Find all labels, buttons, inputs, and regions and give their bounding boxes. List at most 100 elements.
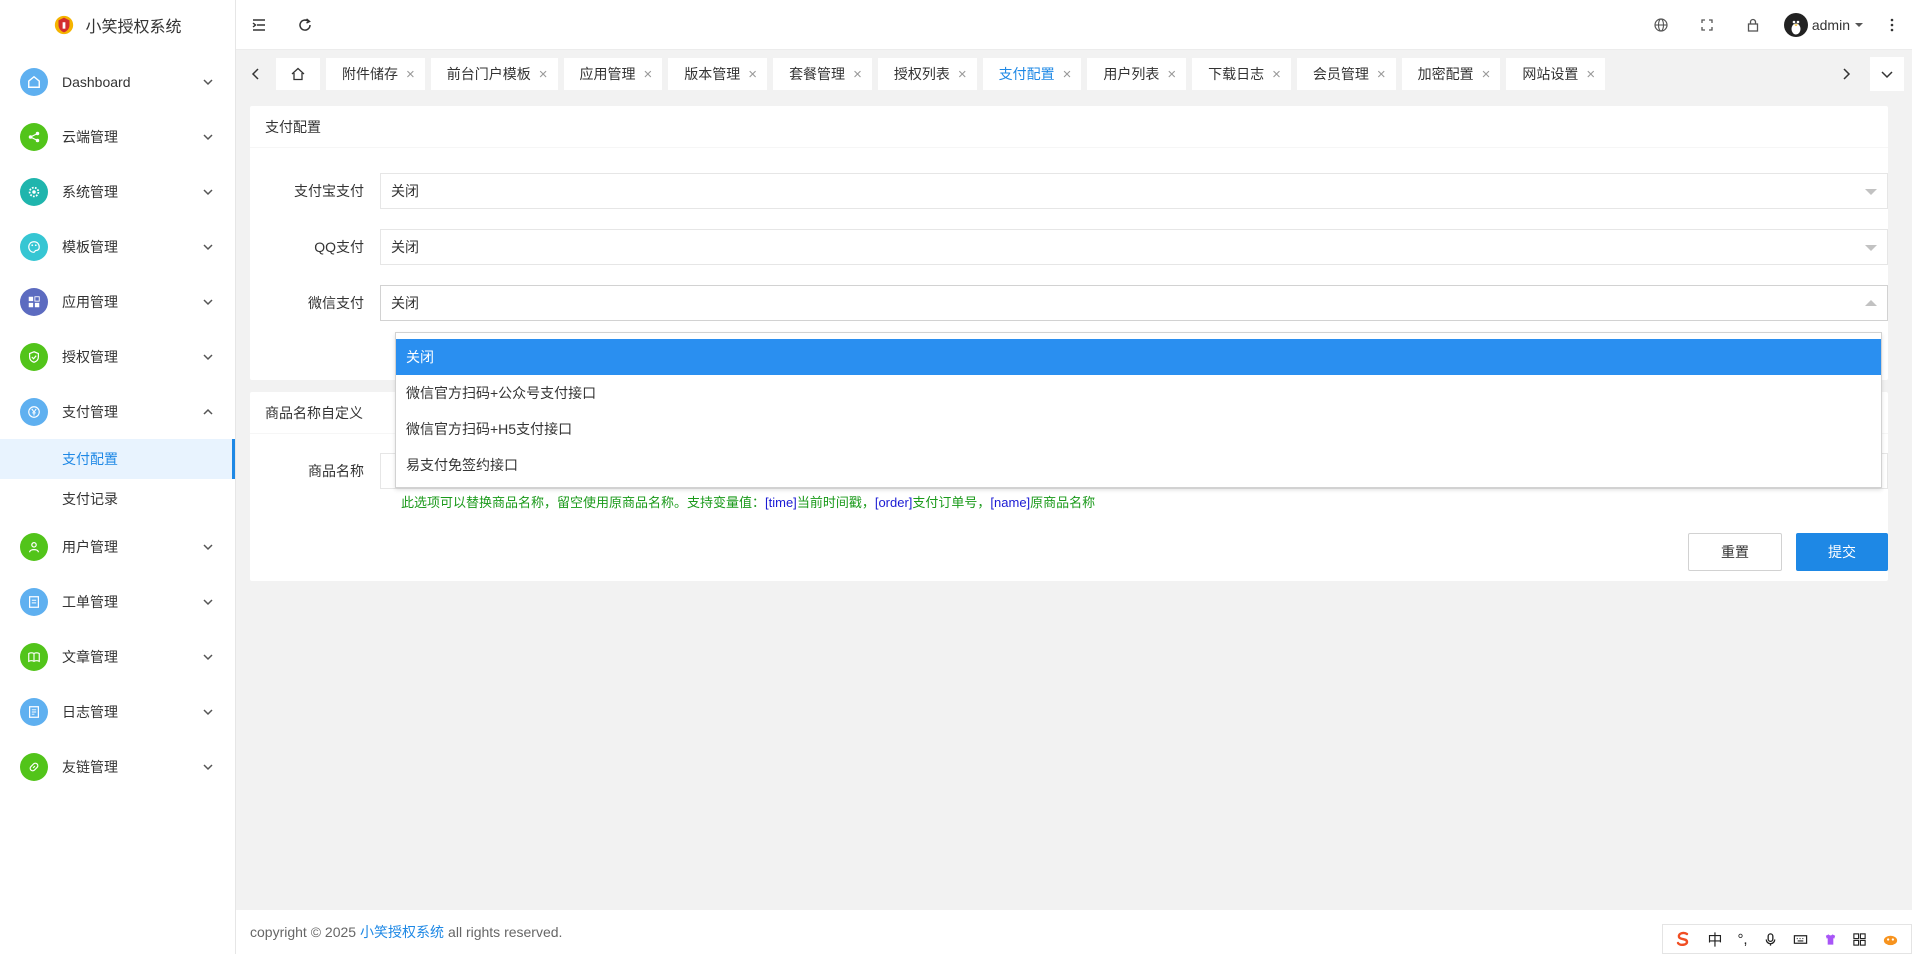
product-name-help: 此选项可以替换商品名称，留空使用原商品名称。支持变量值：[time]当前时间戳，… [401,495,1096,510]
grid-menu-icon[interactable] [1852,932,1867,947]
copyright-text: copyright © 2025 [250,924,357,940]
wechat-pay-row: 微信支付 关闭 [250,284,1888,322]
sidebar-item-payment-records[interactable]: 支付记录 [0,479,235,519]
gear-icon [20,177,48,206]
footer-link[interactable]: 小笑授权系统 [360,922,444,942]
close-icon[interactable]: × [406,67,415,82]
tab-site-settings[interactable]: 网站设置 × [1506,58,1606,90]
tab-app-management[interactable]: 应用管理 × [563,58,663,90]
sidebar-item-apps[interactable]: 应用管理 [0,274,235,329]
tab-payment-config[interactable]: 支付配置 × [982,58,1082,90]
mascot-icon[interactable] [1882,931,1899,948]
close-icon[interactable]: × [1167,67,1176,82]
tab-user-list[interactable]: 用户列表 × [1087,58,1187,90]
tabs-scroll-left-button[interactable] [236,51,276,97]
alipay-select[interactable]: 关闭 [380,173,1888,209]
more-menu-button[interactable] [1872,0,1912,50]
submit-button[interactable]: 提交 [1796,533,1888,571]
wechat-pay-dropdown: 关闭 微信官方扫码+公众号支付接口 微信官方扫码+H5支付接口 易支付免签约接口 [395,332,1882,488]
lock-screen-button[interactable] [1730,0,1776,50]
chevron-down-icon [203,298,213,305]
refresh-icon [299,17,311,31]
apps-icon [20,287,48,316]
app-logo[interactable]: 小笑授权系统 [0,0,235,50]
tab-package-management[interactable]: 套餐管理 × [773,58,872,90]
close-icon[interactable]: × [958,67,967,82]
sidebar-item-articles[interactable]: 文章管理 [0,629,235,684]
dropdown-option-wechat-mp[interactable]: 微信官方扫码+公众号支付接口 [396,375,1881,411]
close-icon[interactable]: × [748,67,757,82]
tab-download-log[interactable]: 下载日志 × [1192,58,1291,90]
chevron-right-icon [1843,68,1851,80]
globe-icon [1654,17,1668,32]
ime-toolbar: 中 °, [1662,924,1912,954]
caret-down-icon [1865,189,1877,195]
ime-punctuation-toggle[interactable]: °, [1737,931,1747,948]
fullscreen-button[interactable] [1684,0,1730,50]
tab-attachment-storage[interactable]: 附件储存 × [326,58,425,90]
reset-button[interactable]: 重置 [1688,533,1782,571]
microphone-icon[interactable] [1763,932,1778,947]
wechat-pay-select[interactable]: 关闭 [380,285,1888,321]
sidebar-item-logs[interactable]: 日志管理 [0,684,235,739]
collapse-sidebar-button[interactable] [236,0,282,50]
sidebar-item-template[interactable]: 模板管理 [0,219,235,274]
user-icon [20,532,48,561]
tab-license-list[interactable]: 授权列表 × [877,58,977,90]
ticket-icon [20,587,48,616]
payment-submenu: 支付配置 支付记录 [0,439,235,519]
avatar [1783,12,1808,37]
sidebar-item-users[interactable]: 用户管理 [0,519,235,574]
tab-version-management[interactable]: 版本管理 × [668,58,768,90]
tabs: 附件储存 × 前台门户模板 × 应用管理 × 版本管理 × 套餐管理 × 授权列表 × 支付… [276,58,1826,90]
close-icon[interactable]: × [1586,67,1595,82]
tab-portal-template[interactable]: 前台门户模板 × [430,58,558,90]
lock-icon [1747,18,1759,32]
dropdown-option-wechat-h5[interactable]: 微信官方扫码+H5支付接口 [396,411,1881,447]
rights-text: all rights reserved. [448,924,563,940]
tab-home[interactable] [276,58,320,90]
tabs-scroll-right-button[interactable] [1826,51,1866,97]
language-button[interactable] [1638,0,1684,50]
user-menu[interactable]: admin [1776,12,1872,37]
close-icon[interactable]: × [853,67,862,82]
sidebar-item-links[interactable]: 友链管理 [0,739,235,794]
book-icon [20,642,48,671]
link-icon [20,752,48,781]
ime-mode-toggle[interactable]: 中 [1707,929,1722,950]
tab-member-management[interactable]: 会员管理 × [1296,58,1396,90]
tabs-more-button[interactable] [1870,57,1904,91]
sidebar-item-dashboard[interactable]: Dashboard [0,54,235,109]
sidebar: 小笑授权系统 Dashboard 云端管理 系统管理 模板管理 应用管理 授权管… [0,0,236,954]
chevron-down-icon [203,653,213,660]
sidebar-item-license[interactable]: 授权管理 [0,329,235,384]
close-icon[interactable]: × [1377,67,1386,82]
chevron-down-icon [203,353,213,360]
dropdown-option-off[interactable]: 关闭 [396,339,1881,375]
sidebar-item-payment-config[interactable]: 支付配置 [0,439,235,479]
sidebar-item-tickets[interactable]: 工单管理 [0,574,235,629]
sidebar-item-system[interactable]: 系统管理 [0,164,235,219]
chevron-down-icon [203,78,213,85]
dropdown-option-epay[interactable]: 易支付免签约接口 [396,447,1881,483]
close-icon[interactable]: × [539,67,548,82]
tab-encryption-config[interactable]: 加密配置 × [1401,58,1501,90]
keyboard-icon[interactable] [1793,932,1808,947]
qq-pay-label: QQ支付 [314,239,364,255]
more-vertical-icon [1890,18,1894,31]
chevron-down-icon [203,188,213,195]
close-icon[interactable]: × [644,67,653,82]
sidebar-item-cloud[interactable]: 云端管理 [0,109,235,164]
close-icon[interactable]: × [1482,67,1491,82]
skin-icon[interactable] [1823,932,1838,947]
qq-pay-select[interactable]: 关闭 [380,229,1888,265]
sidebar-item-payment[interactable]: 支付管理 [0,384,235,439]
close-icon[interactable]: × [1063,67,1072,82]
shield-logo-icon [55,15,74,35]
product-name-label: 商品名称 [308,463,364,479]
chevron-left-icon [251,68,259,80]
refresh-button[interactable] [282,0,328,50]
close-icon[interactable]: × [1272,67,1281,82]
sogou-logo-icon[interactable] [1674,930,1692,948]
alipay-label: 支付宝支付 [294,183,364,199]
